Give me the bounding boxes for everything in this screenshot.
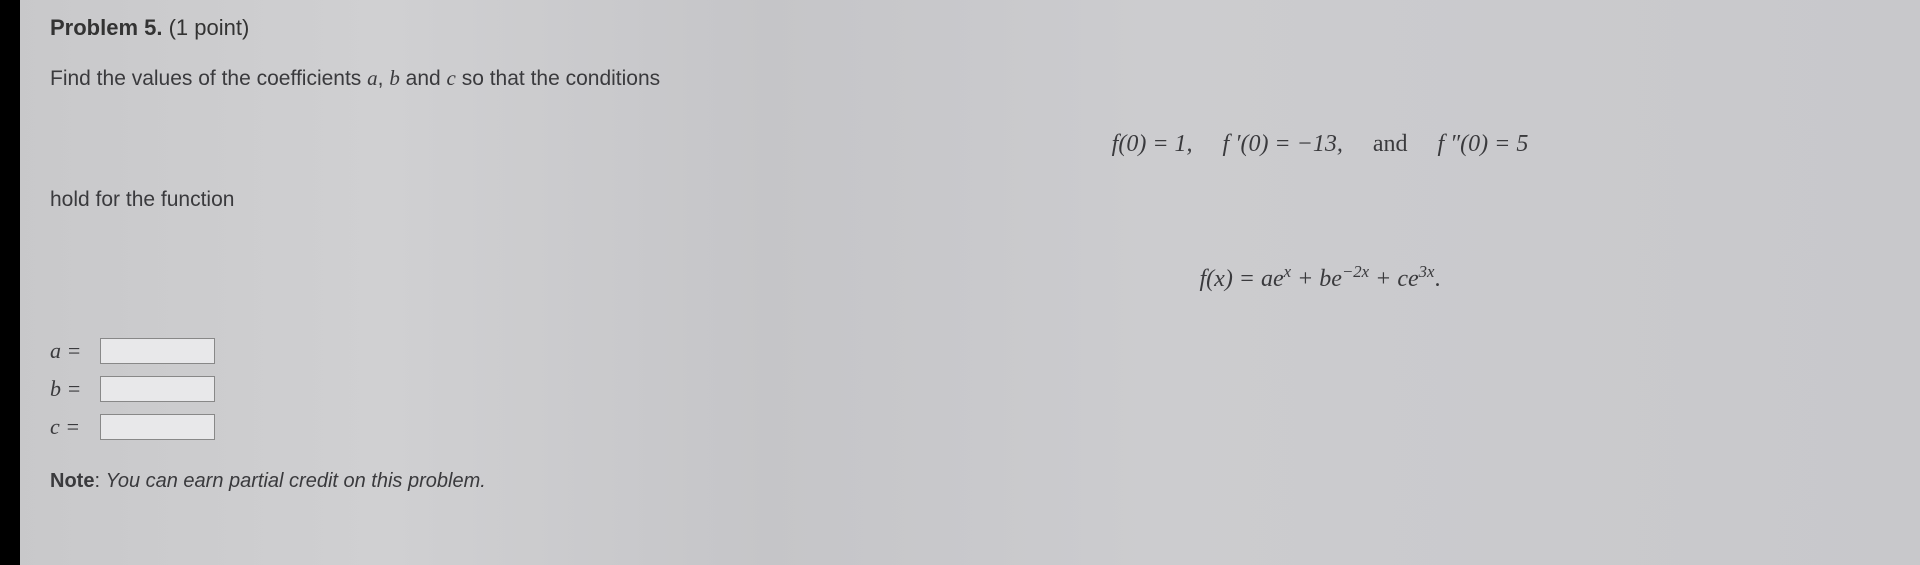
cond-fpp0: f ″(0) = 5	[1437, 131, 1528, 157]
problem-number: Problem 5.	[50, 15, 162, 40]
input-a[interactable]	[100, 338, 215, 364]
label-c: c =	[50, 414, 100, 440]
cond-fp0: f ′(0) = −13,	[1223, 131, 1343, 157]
var-b: b	[389, 66, 400, 90]
answer-row-c: c =	[50, 414, 1890, 440]
input-c[interactable]	[100, 414, 215, 440]
problem-points: (1 point)	[169, 15, 250, 40]
cond-and: and	[1373, 131, 1408, 157]
var-a: a	[367, 66, 378, 90]
label-a: a =	[50, 338, 100, 364]
problem-title: Problem 5. (1 point)	[50, 15, 1890, 41]
function-def: f(x) = aex + be−2x + ce3x.	[50, 262, 1890, 293]
note: Note: You can earn partial credit on thi…	[50, 470, 1890, 493]
answer-row-a: a =	[50, 338, 1890, 364]
input-b[interactable]	[100, 376, 215, 402]
label-b: b =	[50, 376, 100, 402]
var-c: c	[447, 66, 456, 90]
note-text: You can earn partial credit on this prob…	[106, 470, 486, 492]
hold-text: hold for the function	[50, 188, 1890, 212]
answer-row-b: b =	[50, 376, 1890, 402]
intro-text: Find the values of the coefficients a, b…	[50, 66, 1890, 91]
conditions: f(0) = 1, f ′(0) = −13, and f ″(0) = 5	[50, 131, 1890, 158]
cond-f0: f(0) = 1,	[1112, 131, 1193, 157]
note-label: Note	[50, 470, 94, 492]
